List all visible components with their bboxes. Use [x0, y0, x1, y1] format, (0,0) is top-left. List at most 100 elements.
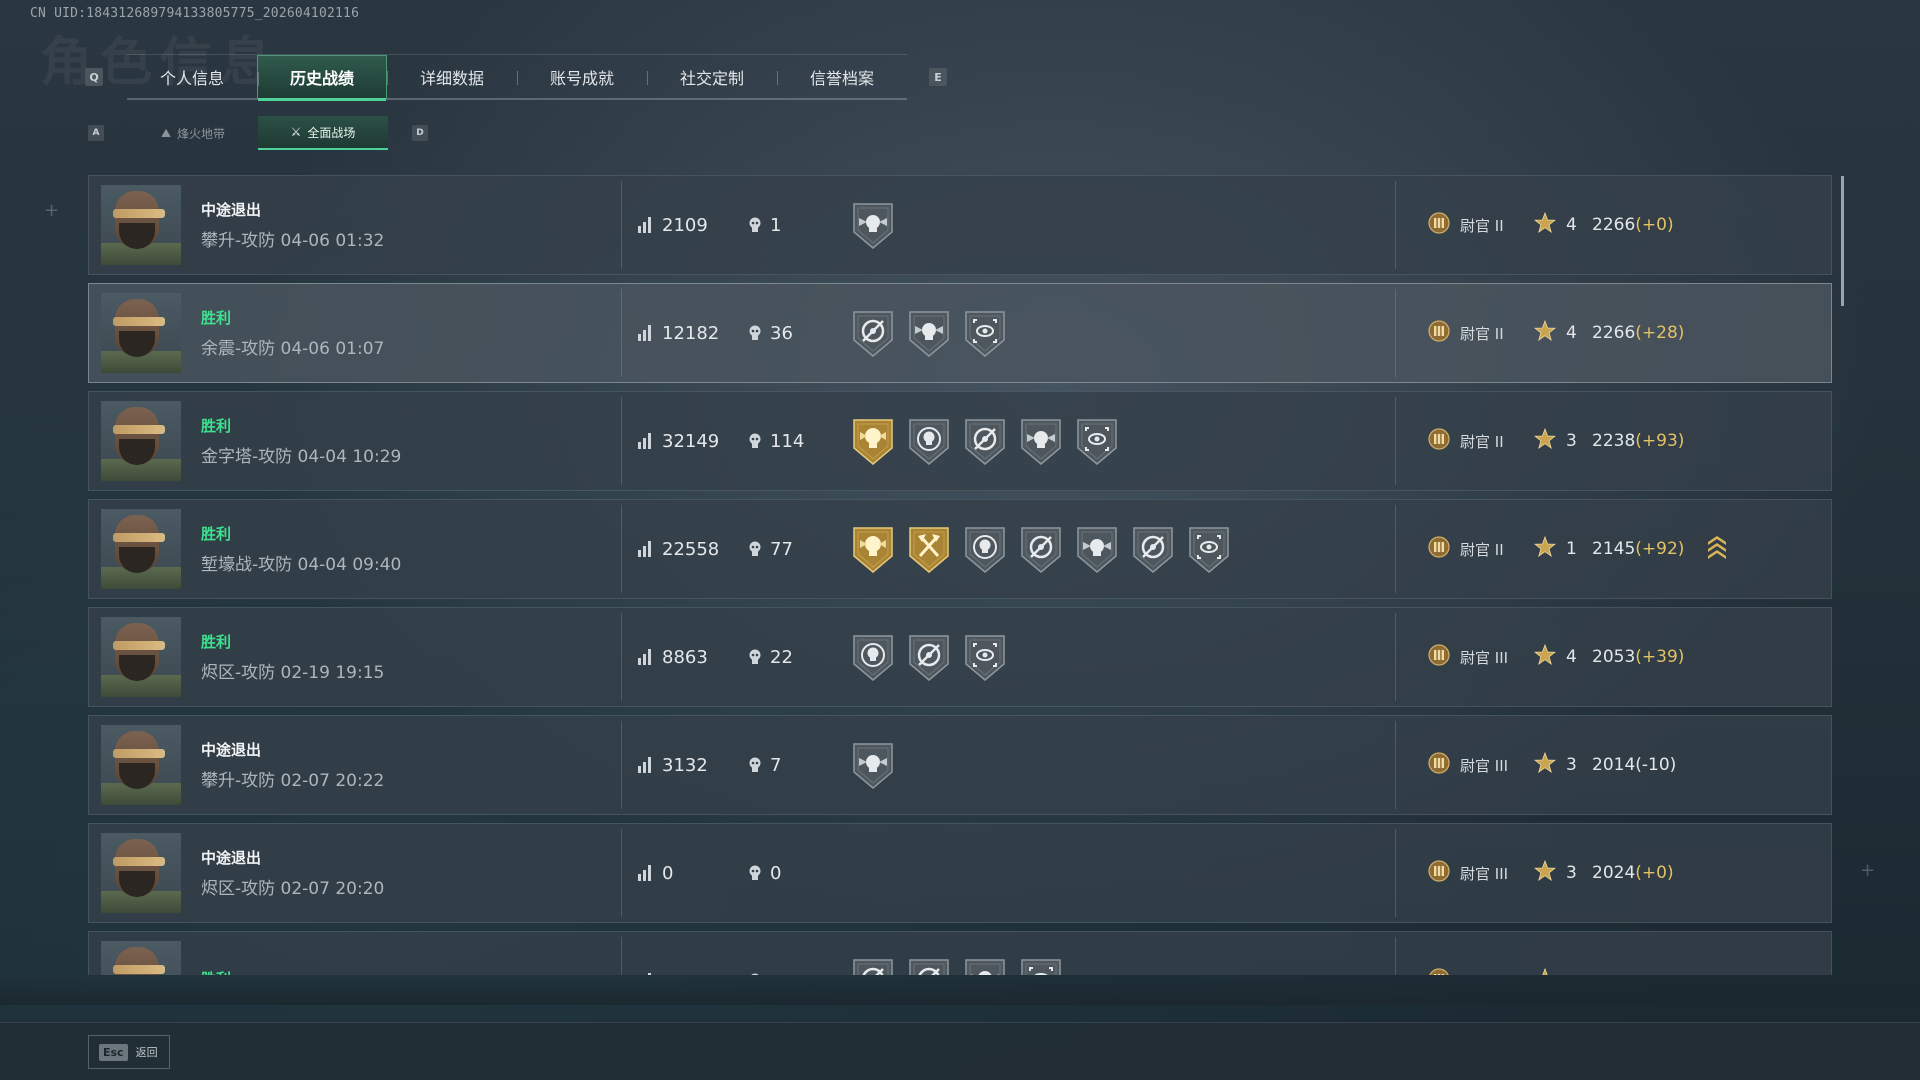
subtab-flame-zone[interactable]: ⛰ 烽火地带: [128, 116, 258, 150]
subtab-next-key[interactable]: D: [412, 125, 428, 141]
medal-skull-wings-icon[interactable]: [850, 740, 896, 790]
divider: [621, 829, 622, 917]
esc-key: Esc: [99, 1043, 128, 1061]
star-icon: [1520, 319, 1557, 346]
avatar: [101, 833, 181, 913]
divider: [1395, 505, 1396, 593]
medal-skull-wings-icon[interactable]: [1074, 524, 1120, 574]
medal-crosshair-gear-icon[interactable]: [1130, 524, 1176, 574]
divider: [1395, 721, 1396, 809]
tab-1[interactable]: 历史战绩: [257, 55, 387, 101]
match-row[interactable]: 中途退出 攀升-攻防 04-06 01:32 2109 1 尉官 II 4 2266 (+0): [88, 175, 1832, 275]
match-info: 中途退出 攀升-攻防 04-06 01:32: [201, 199, 621, 251]
medal-crosshair-gear-icon[interactable]: [1018, 524, 1064, 574]
medal-crosshair-gear-icon[interactable]: [850, 956, 896, 975]
skull-icon: [748, 757, 762, 773]
rank-icon: [1428, 860, 1450, 886]
match-history-list[interactable]: 中途退出 攀升-攻防 04-06 01:32 2109 1 尉官 II 4 2266 (+0)…: [88, 175, 1832, 975]
star-count: 3: [1566, 863, 1577, 883]
rank-icon: [1428, 644, 1450, 670]
match-score: 3132: [638, 755, 748, 776]
medal-crosshair-gear-icon[interactable]: [906, 632, 952, 682]
score-value: 12182: [662, 322, 720, 344]
match-score: 0: [638, 863, 748, 884]
match-row[interactable]: 胜利 烬区-攻防 02-19 19:15 8863 22 尉官 III 4 2053 (+39…: [88, 607, 1832, 707]
rank-area: 尉官 III 3 2024 (+0): [1406, 859, 1674, 886]
subtab-label: 全面战场: [307, 125, 356, 140]
medal-gold-skull-icon[interactable]: [850, 524, 896, 574]
medal-eye-target-icon[interactable]: [962, 632, 1008, 682]
medal-eye-target-icon[interactable]: [1074, 416, 1120, 466]
tab-5[interactable]: 信誉档案: [777, 55, 907, 99]
medal-list: [850, 308, 1395, 358]
match-map-time: 烬区-攻防 02-19 19:15: [201, 663, 385, 683]
tab-0[interactable]: 个人信息: [127, 55, 257, 99]
avatar: [101, 941, 181, 975]
match-row[interactable]: 中途退出 攀升-攻防 02-07 20:22 3132 7 尉官 III 3 2014 (-1…: [88, 715, 1832, 815]
medal-skull-wings-icon[interactable]: [850, 200, 896, 250]
match-kills: 7: [748, 755, 840, 776]
back-button[interactable]: Esc 返回: [88, 1035, 170, 1069]
rank-icon: [1428, 968, 1450, 975]
medal-skull-wings-icon[interactable]: [1018, 416, 1064, 466]
rank-icon: [1428, 536, 1450, 562]
match-map-time: 攀升-攻防 04-06 01:32: [201, 231, 385, 251]
rating: 2024 (+0): [1592, 863, 1674, 883]
medal-skull-wings-icon[interactable]: [962, 956, 1008, 975]
match-row[interactable]: 中途退出 烬区-攻防 02-07 20:20 0 0 尉官 III 3 2024 (+0): [88, 823, 1832, 923]
match-result: 胜利: [201, 968, 621, 976]
kills-value: 77: [770, 538, 793, 560]
rank-area: 尉官 II 3 2238 (+93): [1406, 427, 1685, 454]
rank-icon: [1428, 428, 1450, 454]
medal-crosshair-gear-icon[interactable]: [962, 416, 1008, 466]
kills-value: 1: [770, 214, 782, 236]
skull-icon: [748, 325, 762, 341]
tab-prev-key[interactable]: Q: [85, 68, 103, 86]
rating-delta: (+93): [1635, 431, 1685, 451]
divider: [1395, 937, 1396, 975]
divider: [621, 613, 622, 701]
star-icon: [1520, 859, 1557, 886]
match-map-time: 攀升-攻防 02-07 20:22: [201, 771, 385, 791]
medal-crosshair-gear-icon[interactable]: [850, 308, 896, 358]
medal-skull-ring-icon[interactable]: [906, 416, 952, 466]
rating-delta: (+92): [1635, 539, 1685, 559]
medal-crosshair-gear-icon[interactable]: [906, 956, 952, 975]
scrollbar[interactable]: [1841, 176, 1844, 306]
rank-name: 尉官 III: [1460, 648, 1509, 667]
avatar: [101, 401, 181, 481]
match-row[interactable]: 胜利 余震-攻防 04-06 01:07 12182 36 尉官 II 4 2266 (+28…: [88, 283, 1832, 383]
medal-skull-ring-icon[interactable]: [850, 632, 896, 682]
match-row[interactable]: 胜利 堑壕战-攻防 04-04 09:40 22558 77 尉官 II 1 2145 (+9…: [88, 499, 1832, 599]
medal-gold-skull-icon[interactable]: [850, 416, 896, 466]
medal-eye-target-icon[interactable]: [1186, 524, 1232, 574]
subtab-prev-key[interactable]: A: [88, 125, 104, 141]
medal-eye-target-icon[interactable]: [962, 308, 1008, 358]
tab-3[interactable]: 账号成就: [517, 55, 647, 99]
score-value: 22558: [662, 538, 720, 560]
match-info: 胜利: [201, 968, 621, 976]
match-info: 胜利 堑壕战-攻防 04-04 09:40: [201, 523, 621, 575]
tab-4[interactable]: 社交定制: [647, 55, 777, 99]
rank-icon: [1428, 320, 1450, 346]
rank-area: 尉官 III 3 2014 (-10): [1406, 751, 1676, 778]
tab-next-key[interactable]: E: [929, 68, 947, 86]
match-result: 胜利: [201, 525, 232, 543]
medal-gold-axes-icon[interactable]: [906, 524, 952, 574]
match-score: 32149: [638, 431, 748, 452]
subtab-battlefield[interactable]: ⚔ 全面战场: [258, 116, 388, 150]
match-row[interactable]: 胜利: [88, 931, 1832, 975]
match-result: 胜利: [201, 633, 232, 651]
medal-skull-ring-icon[interactable]: [962, 524, 1008, 574]
rating-value: 2238: [1592, 431, 1636, 451]
rating-value: 2024: [1592, 863, 1636, 883]
match-row[interactable]: 胜利 金字塔-攻防 04-04 10:29 32149 114 尉官 II 3 2238 (+…: [88, 391, 1832, 491]
kills-value: 22: [770, 646, 793, 668]
match-info: 中途退出 攀升-攻防 02-07 20:22: [201, 739, 621, 791]
avatar: [101, 725, 181, 805]
rating-value: 2053: [1592, 647, 1636, 667]
medal-skull-wings-icon[interactable]: [906, 308, 952, 358]
medal-eye-target-icon[interactable]: [1018, 956, 1064, 975]
tab-2[interactable]: 详细数据: [387, 55, 517, 99]
match-result: 中途退出: [201, 849, 262, 867]
